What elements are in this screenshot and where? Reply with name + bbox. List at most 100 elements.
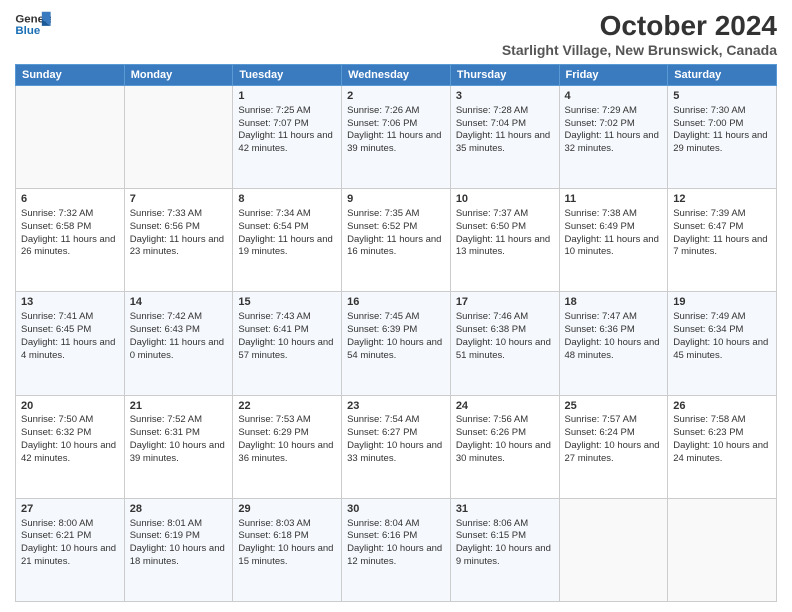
calendar-cell: 7Sunrise: 7:33 AMSunset: 6:56 PMDaylight… [124, 189, 233, 292]
day-number: 12 [673, 192, 771, 207]
page: General Blue October 2024 Starlight Vill… [0, 0, 792, 612]
day-number: 27 [21, 502, 119, 517]
day-number: 20 [21, 399, 119, 414]
day-number: 24 [456, 399, 554, 414]
day-number: 6 [21, 192, 119, 207]
title-block: October 2024 Starlight Village, New Brun… [502, 10, 777, 58]
cell-content: Sunrise: 7:57 AMSunset: 6:24 PMDaylight:… [565, 414, 663, 465]
day-number: 11 [565, 192, 663, 207]
cell-content: Sunrise: 7:37 AMSunset: 6:50 PMDaylight:… [456, 208, 554, 259]
calendar-cell: 21Sunrise: 7:52 AMSunset: 6:31 PMDayligh… [124, 395, 233, 498]
calendar-week-row: 13Sunrise: 7:41 AMSunset: 6:45 PMDayligh… [16, 292, 777, 395]
cell-content: Sunrise: 7:43 AMSunset: 6:41 PMDaylight:… [238, 311, 336, 362]
calendar-cell: 15Sunrise: 7:43 AMSunset: 6:41 PMDayligh… [233, 292, 342, 395]
day-number: 18 [565, 295, 663, 310]
cell-content: Sunrise: 7:29 AMSunset: 7:02 PMDaylight:… [565, 105, 663, 156]
calendar-cell: 17Sunrise: 7:46 AMSunset: 6:38 PMDayligh… [450, 292, 559, 395]
cell-content: Sunrise: 7:46 AMSunset: 6:38 PMDaylight:… [456, 311, 554, 362]
calendar-cell: 6Sunrise: 7:32 AMSunset: 6:58 PMDaylight… [16, 189, 125, 292]
calendar-table: SundayMondayTuesdayWednesdayThursdayFrid… [15, 64, 777, 602]
day-number: 14 [130, 295, 228, 310]
calendar-cell: 23Sunrise: 7:54 AMSunset: 6:27 PMDayligh… [342, 395, 451, 498]
day-header-monday: Monday [124, 65, 233, 86]
day-number: 17 [456, 295, 554, 310]
day-header-saturday: Saturday [668, 65, 777, 86]
cell-content: Sunrise: 7:47 AMSunset: 6:36 PMDaylight:… [565, 311, 663, 362]
day-number: 19 [673, 295, 771, 310]
day-number: 30 [347, 502, 445, 517]
day-number: 9 [347, 192, 445, 207]
cell-content: Sunrise: 7:39 AMSunset: 6:47 PMDaylight:… [673, 208, 771, 259]
calendar-cell: 26Sunrise: 7:58 AMSunset: 6:23 PMDayligh… [668, 395, 777, 498]
calendar-cell: 24Sunrise: 7:56 AMSunset: 6:26 PMDayligh… [450, 395, 559, 498]
cell-content: Sunrise: 7:30 AMSunset: 7:00 PMDaylight:… [673, 105, 771, 156]
day-number: 7 [130, 192, 228, 207]
day-number: 4 [565, 89, 663, 104]
calendar-cell: 14Sunrise: 7:42 AMSunset: 6:43 PMDayligh… [124, 292, 233, 395]
day-number: 10 [456, 192, 554, 207]
calendar-week-row: 1Sunrise: 7:25 AMSunset: 7:07 PMDaylight… [16, 86, 777, 189]
subtitle: Starlight Village, New Brunswick, Canada [502, 42, 777, 58]
cell-content: Sunrise: 7:56 AMSunset: 6:26 PMDaylight:… [456, 414, 554, 465]
calendar-week-row: 20Sunrise: 7:50 AMSunset: 6:32 PMDayligh… [16, 395, 777, 498]
cell-content: Sunrise: 7:53 AMSunset: 6:29 PMDaylight:… [238, 414, 336, 465]
calendar-cell: 29Sunrise: 8:03 AMSunset: 6:18 PMDayligh… [233, 498, 342, 601]
day-number: 28 [130, 502, 228, 517]
cell-content: Sunrise: 7:50 AMSunset: 6:32 PMDaylight:… [21, 414, 119, 465]
calendar-cell [16, 86, 125, 189]
calendar-cell [124, 86, 233, 189]
logo-icon: General Blue [15, 10, 51, 40]
cell-content: Sunrise: 7:28 AMSunset: 7:04 PMDaylight:… [456, 105, 554, 156]
calendar-cell: 20Sunrise: 7:50 AMSunset: 6:32 PMDayligh… [16, 395, 125, 498]
calendar-cell [559, 498, 668, 601]
cell-content: Sunrise: 7:52 AMSunset: 6:31 PMDaylight:… [130, 414, 228, 465]
day-header-wednesday: Wednesday [342, 65, 451, 86]
cell-content: Sunrise: 7:35 AMSunset: 6:52 PMDaylight:… [347, 208, 445, 259]
day-number: 15 [238, 295, 336, 310]
cell-content: Sunrise: 7:33 AMSunset: 6:56 PMDaylight:… [130, 208, 228, 259]
cell-content: Sunrise: 7:42 AMSunset: 6:43 PMDaylight:… [130, 311, 228, 362]
day-header-sunday: Sunday [16, 65, 125, 86]
calendar-cell: 27Sunrise: 8:00 AMSunset: 6:21 PMDayligh… [16, 498, 125, 601]
logo: General Blue [15, 10, 51, 40]
cell-content: Sunrise: 8:01 AMSunset: 6:19 PMDaylight:… [130, 518, 228, 569]
calendar-cell: 13Sunrise: 7:41 AMSunset: 6:45 PMDayligh… [16, 292, 125, 395]
svg-text:Blue: Blue [15, 25, 40, 37]
calendar-cell: 4Sunrise: 7:29 AMSunset: 7:02 PMDaylight… [559, 86, 668, 189]
calendar-cell: 2Sunrise: 7:26 AMSunset: 7:06 PMDaylight… [342, 86, 451, 189]
calendar-week-row: 6Sunrise: 7:32 AMSunset: 6:58 PMDaylight… [16, 189, 777, 292]
cell-content: Sunrise: 7:38 AMSunset: 6:49 PMDaylight:… [565, 208, 663, 259]
day-number: 5 [673, 89, 771, 104]
day-number: 22 [238, 399, 336, 414]
calendar-cell: 11Sunrise: 7:38 AMSunset: 6:49 PMDayligh… [559, 189, 668, 292]
calendar-cell: 30Sunrise: 8:04 AMSunset: 6:16 PMDayligh… [342, 498, 451, 601]
cell-content: Sunrise: 7:32 AMSunset: 6:58 PMDaylight:… [21, 208, 119, 259]
cell-content: Sunrise: 7:26 AMSunset: 7:06 PMDaylight:… [347, 105, 445, 156]
calendar-cell: 31Sunrise: 8:06 AMSunset: 6:15 PMDayligh… [450, 498, 559, 601]
calendar-cell: 8Sunrise: 7:34 AMSunset: 6:54 PMDaylight… [233, 189, 342, 292]
day-number: 2 [347, 89, 445, 104]
cell-content: Sunrise: 7:25 AMSunset: 7:07 PMDaylight:… [238, 105, 336, 156]
main-title: October 2024 [502, 10, 777, 42]
day-number: 21 [130, 399, 228, 414]
cell-content: Sunrise: 7:45 AMSunset: 6:39 PMDaylight:… [347, 311, 445, 362]
calendar-cell: 28Sunrise: 8:01 AMSunset: 6:19 PMDayligh… [124, 498, 233, 601]
day-number: 23 [347, 399, 445, 414]
cell-content: Sunrise: 7:49 AMSunset: 6:34 PMDaylight:… [673, 311, 771, 362]
day-number: 25 [565, 399, 663, 414]
calendar-cell: 10Sunrise: 7:37 AMSunset: 6:50 PMDayligh… [450, 189, 559, 292]
header: General Blue October 2024 Starlight Vill… [15, 10, 777, 58]
cell-content: Sunrise: 7:58 AMSunset: 6:23 PMDaylight:… [673, 414, 771, 465]
cell-content: Sunrise: 8:03 AMSunset: 6:18 PMDaylight:… [238, 518, 336, 569]
day-header-tuesday: Tuesday [233, 65, 342, 86]
calendar-cell [668, 498, 777, 601]
calendar-cell: 19Sunrise: 7:49 AMSunset: 6:34 PMDayligh… [668, 292, 777, 395]
calendar-cell: 22Sunrise: 7:53 AMSunset: 6:29 PMDayligh… [233, 395, 342, 498]
cell-content: Sunrise: 8:00 AMSunset: 6:21 PMDaylight:… [21, 518, 119, 569]
day-number: 26 [673, 399, 771, 414]
cell-content: Sunrise: 7:54 AMSunset: 6:27 PMDaylight:… [347, 414, 445, 465]
calendar-cell: 5Sunrise: 7:30 AMSunset: 7:00 PMDaylight… [668, 86, 777, 189]
day-number: 13 [21, 295, 119, 310]
cell-content: Sunrise: 7:41 AMSunset: 6:45 PMDaylight:… [21, 311, 119, 362]
calendar-cell: 25Sunrise: 7:57 AMSunset: 6:24 PMDayligh… [559, 395, 668, 498]
